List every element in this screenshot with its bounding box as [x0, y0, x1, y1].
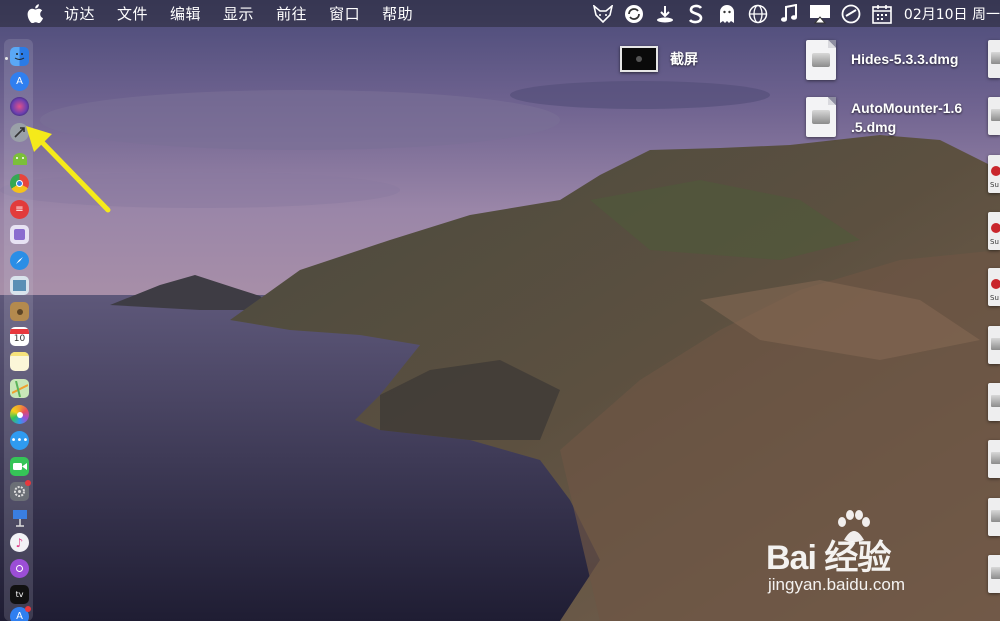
- edge-file-icon[interactable]: [988, 383, 1000, 421]
- menu-bar: 访达 文件 编辑 显示 前往 窗口 帮助 02月10日 周一: [0, 0, 1000, 27]
- baidu-watermark: Bai 经验 jingyan.baidu.com: [766, 508, 956, 604]
- apple-tv-label: tv: [15, 589, 24, 599]
- maps-icon[interactable]: [10, 379, 29, 398]
- menu-clock[interactable]: 02月10日 周一: [904, 4, 1000, 24]
- screenshot-label: 截屏: [670, 51, 698, 67]
- airplay-icon[interactable]: [809, 3, 831, 25]
- purple-app-icon[interactable]: [10, 225, 29, 244]
- notes-icon[interactable]: [10, 352, 29, 371]
- edge-file-icon[interactable]: [988, 326, 1000, 364]
- desktop-file-automounter[interactable]: AutoMounter-1.6 .5.dmg: [806, 97, 962, 137]
- file-label: Hides-5.3.3.dmg: [851, 51, 959, 67]
- sync-icon[interactable]: [623, 3, 645, 25]
- apple-tv-icon[interactable]: tv: [10, 585, 29, 604]
- screenshot-thumbnail: [620, 46, 658, 72]
- facetime-icon[interactable]: [10, 457, 29, 476]
- keynote-icon[interactable]: [10, 508, 29, 527]
- annotation-arrow: [20, 120, 120, 220]
- menu-help[interactable]: 帮助: [382, 3, 413, 24]
- ghost-icon[interactable]: [716, 3, 738, 25]
- s-app-icon[interactable]: [685, 3, 707, 25]
- siri-icon[interactable]: [10, 97, 29, 116]
- file-label: AutoMounter-1.6 .5.dmg: [851, 99, 962, 137]
- messages-icon[interactable]: •••: [10, 431, 29, 450]
- apple-logo-icon[interactable]: [24, 3, 46, 25]
- calendar-icon[interactable]: [871, 3, 893, 25]
- fox-icon[interactable]: [592, 3, 614, 25]
- music-note-icon[interactable]: [778, 3, 800, 25]
- edge-app-icon[interactable]: Su: [988, 268, 1000, 306]
- file-label-line-1: AutoMounter-1.6: [851, 100, 963, 116]
- menu-view[interactable]: 显示: [223, 3, 254, 24]
- menu-edit[interactable]: 编辑: [170, 3, 201, 24]
- app-store-icon[interactable]: A: [10, 72, 29, 91]
- edge-icon-label: Su: [990, 181, 999, 189]
- edge-app-icon[interactable]: Su: [988, 212, 1000, 250]
- globe-icon[interactable]: [747, 3, 769, 25]
- edge-file-icon[interactable]: [988, 40, 1000, 78]
- contacts-icon[interactable]: [10, 302, 29, 321]
- desktop-screenshot-item[interactable]: 截屏: [620, 46, 698, 72]
- edge-app-icon[interactable]: Su: [988, 155, 1000, 193]
- watermark-url: jingyan.baidu.com: [768, 575, 906, 594]
- calendar-app-icon[interactable]: 10: [10, 327, 29, 346]
- status-area: 02月10日 周一: [592, 0, 1000, 27]
- dmg-file-icon: [806, 97, 836, 137]
- finder-icon[interactable]: [10, 47, 29, 66]
- photos-icon[interactable]: [10, 405, 29, 424]
- download-icon[interactable]: [654, 3, 676, 25]
- menu-file[interactable]: 文件: [117, 3, 148, 24]
- preview-icon[interactable]: [10, 276, 29, 295]
- watermark-logo: Bai 经验: [766, 539, 891, 577]
- menu-finder[interactable]: 访达: [64, 3, 95, 24]
- edge-icon-label: Su: [990, 238, 999, 246]
- edge-file-icon[interactable]: [988, 555, 1000, 593]
- compass-icon[interactable]: [840, 3, 862, 25]
- itunes-icon[interactable]: ♪: [10, 533, 29, 552]
- edge-file-icon[interactable]: [988, 498, 1000, 536]
- safari-icon[interactable]: [10, 251, 29, 270]
- menu-go[interactable]: 前往: [276, 3, 307, 24]
- edge-icon-label: Su: [990, 294, 999, 302]
- notification-badge: [25, 606, 31, 612]
- dmg-file-icon: [806, 40, 836, 80]
- edge-file-icon[interactable]: [988, 97, 1000, 135]
- notification-badge: [25, 480, 31, 486]
- menu-window[interactable]: 窗口: [329, 3, 360, 24]
- podcasts-icon[interactable]: [10, 559, 29, 578]
- file-label-line-2: .5.dmg: [851, 119, 897, 135]
- edge-file-icon[interactable]: [988, 440, 1000, 478]
- running-indicator: [5, 57, 8, 60]
- calendar-day: 10: [13, 334, 26, 344]
- desktop-file-hides[interactable]: Hides-5.3.3.dmg: [806, 40, 958, 80]
